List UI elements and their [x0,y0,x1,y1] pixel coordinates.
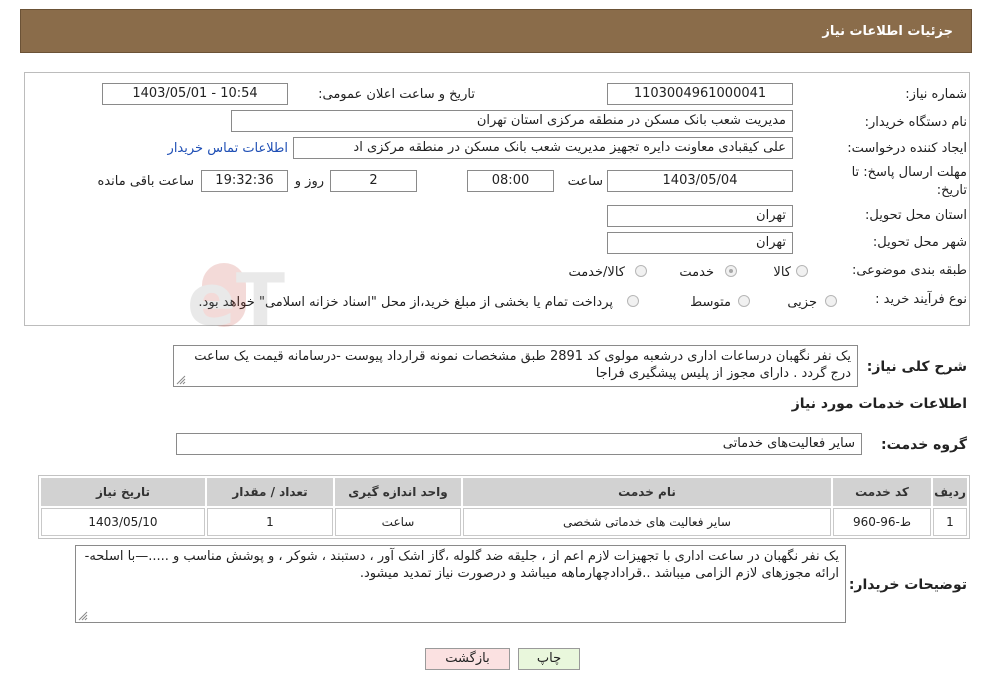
page-title: جزئیات اطلاعات نیاز [822,24,953,39]
days-field[interactable]: 2 [330,170,417,192]
deadline-label: مهلت ارسال پاسخ: تا [851,165,967,180]
table-row[interactable]: 1 ط-96-960 سایر فعالیت های خدماتی شخصی س… [41,508,967,536]
cell-service-code: ط-96-960 [833,508,931,536]
buyer-org-label: نام دستگاه خریدار: [864,115,967,130]
cell-quantity: 1 [207,508,333,536]
city-label: شهر محل تحویل: [872,235,967,250]
province-label: استان محل تحویل: [865,208,967,223]
service-group-label: گروه خدمت: [881,437,967,453]
category-label: طبقه بندی موضوعی: [851,263,967,278]
need-number-label: شماره نیاز: [905,87,967,102]
summary-textarea[interactable]: یک نفر نگهبان درساعات اداری درشعبه مولوی… [173,345,858,387]
col-header-service-code: کد خدمت [833,478,931,506]
buyer-notes-label: توضیحات خریدار: [848,577,967,593]
cell-service-name: سایر فعالیت های خدماتی شخصی [463,508,831,536]
back-button[interactable]: بازگشت [425,648,510,670]
deadline-hour-label: ساعت [567,174,603,189]
buyer-notes-textarea[interactable]: یک نفر نگهبان در ساعت اداری با تجهیزات ل… [75,545,846,623]
announce-label: تاریخ و ساعت اعلان عمومی: [318,87,475,102]
col-header-service-name: نام خدمت [463,478,831,506]
buyer-contact-link[interactable]: اطلاعات تماس خریدار [168,141,288,156]
resize-grip-icon[interactable] [78,611,88,621]
days-label: روز و [294,174,324,189]
resize-grip-icon[interactable] [176,375,186,385]
services-table: ردیف کد خدمت نام خدمت واحد اندازه گیری ت… [38,475,970,539]
col-header-quantity: تعداد / مقدار [207,478,333,506]
table-header-row: ردیف کد خدمت نام خدمت واحد اندازه گیری ت… [41,478,967,506]
col-header-need-date: تاریخ نیاز [41,478,205,506]
watermark-text: AriaTender.neT [190,258,285,342]
cell-need-date: 1403/05/10 [41,508,205,536]
services-section-title: اطلاعات خدمات مورد نیاز [791,396,967,412]
deadline-time-field[interactable]: 08:00 [467,170,554,192]
page-header: جزئیات اطلاعات نیاز [20,9,972,53]
services-grid: ردیف کد خدمت نام خدمت واحد اندازه گیری ت… [39,476,969,538]
print-button[interactable]: چاپ [518,648,580,670]
deadline-date-field[interactable]: 1403/05/04 [607,170,793,192]
col-header-unit: واحد اندازه گیری [335,478,461,506]
process-label: نوع فرآیند خرید : [875,292,967,307]
service-group-field[interactable]: سایر فعالیت‌های خدماتی [176,433,862,455]
col-header-row-number: ردیف [933,478,967,506]
need-number-field[interactable]: 1103004961000041 [607,83,793,105]
deadline-date-label: تاریخ: [936,183,967,198]
summary-label: شرح کلی نیاز: [866,359,967,375]
cell-unit: ساعت [335,508,461,536]
buyer-org-field[interactable]: مدیریت شعب بانک مسکن در منطقه مرکزی استا… [231,110,793,132]
remaining-label: ساعت باقی مانده [97,174,194,189]
remaining-time-field[interactable]: 19:32:36 [201,170,288,192]
watermark-logo: AriaTender.neT [190,258,285,342]
announce-field[interactable]: 1403/05/01 - 10:54 [102,83,288,105]
province-field[interactable]: تهران [607,205,793,227]
process-radio-minor[interactable] [825,295,837,307]
creator-field[interactable]: علی کیقبادی معاونت دایره تجهیز مدیریت شع… [293,137,793,159]
cell-row-number: 1 [933,508,967,536]
creator-label: ایجاد کننده درخواست: [847,141,967,156]
